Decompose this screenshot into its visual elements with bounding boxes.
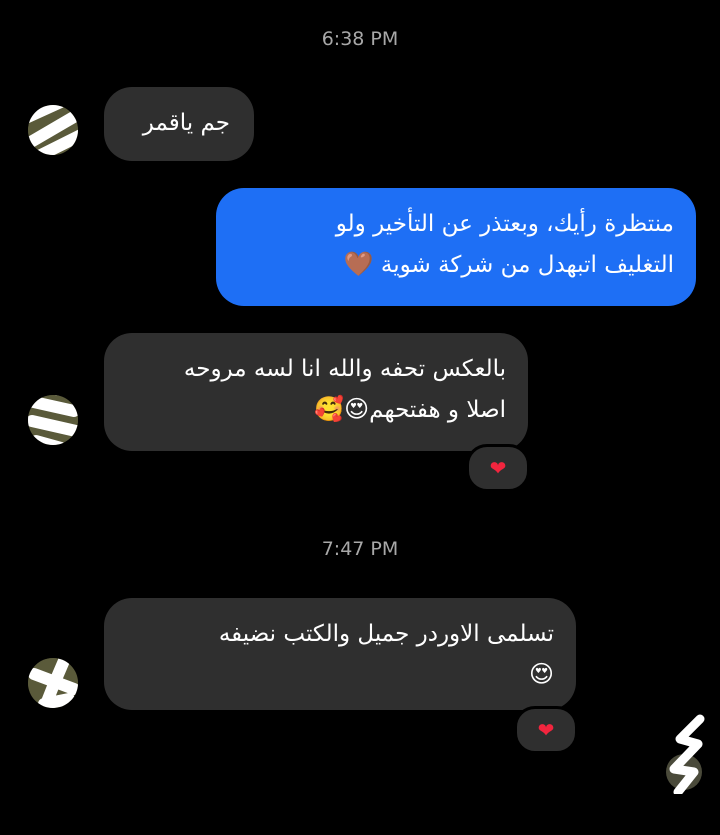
heart-eyes-icon: 😍 xyxy=(528,660,554,688)
incoming-message-bubble[interactable]: تسلمى الاوردر جميل والكتب نضيفه 😍 xyxy=(104,598,576,710)
incoming-message-bubble[interactable]: جم ياقمر xyxy=(104,87,254,161)
message-text-line: بالعكس تحفه والله انا لسه مروحه xyxy=(183,356,506,382)
message-text-line: منتظرة رأيك، وبعتذر عن التأخير ولو xyxy=(335,211,674,237)
message-text-line: تسلمى الاوردر جميل والكتب نضيفه xyxy=(218,621,554,647)
seen-avatar-icon xyxy=(660,714,708,797)
heart-icon: ❤ xyxy=(537,718,555,742)
smiling-faces-icon: 😍🥰 xyxy=(314,395,370,423)
timestamp: 7:47 PM xyxy=(321,538,399,560)
incoming-message-bubble[interactable]: بالعكس تحفه والله انا لسه مروحه اصلا و ه… xyxy=(104,333,528,451)
timestamp: 6:38 PM xyxy=(321,28,399,50)
message-text-line: اصلا و هفتحهم xyxy=(369,397,506,423)
outgoing-message-bubble[interactable]: منتظرة رأيك، وبعتذر عن التأخير ولو التغل… xyxy=(216,188,696,306)
contact-avatar-icon[interactable] xyxy=(28,395,78,445)
heart-icon: ❤ xyxy=(489,456,507,480)
brown-heart-icon: 🤎 xyxy=(343,250,374,278)
reaction-badge[interactable]: ❤ xyxy=(466,444,530,492)
message-text-line: التغليف اتبهدل من شركة شوية xyxy=(380,252,674,278)
contact-avatar-icon[interactable] xyxy=(28,658,78,708)
message-text: جم ياقمر xyxy=(142,110,230,136)
contact-avatar-icon[interactable] xyxy=(28,105,78,155)
reaction-badge[interactable]: ❤ xyxy=(514,706,578,754)
